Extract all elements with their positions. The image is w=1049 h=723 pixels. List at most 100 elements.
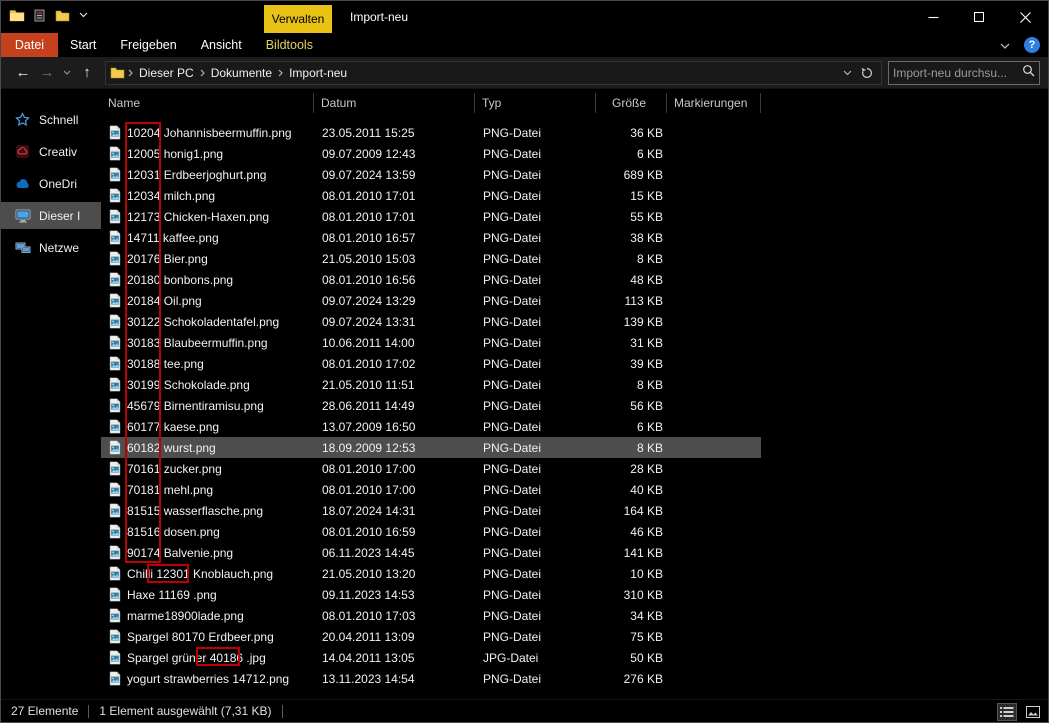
file-row[interactable]: 12031 Erdbeerjoghurt.png09.07.2024 13:59…	[101, 164, 761, 185]
file-row[interactable]: 20176 Bier.png21.05.2010 15:03PNG-Datei8…	[101, 248, 761, 269]
file-row[interactable]: 70181 mehl.png08.01.2010 17:00PNG-Datei4…	[101, 479, 761, 500]
file-row[interactable]: 14711 kaffee.png08.01.2010 16:57PNG-Date…	[101, 227, 761, 248]
chevron-right-icon[interactable]	[276, 69, 285, 77]
file-date: 21.05.2010 15:03	[314, 252, 475, 266]
file-row[interactable]: Chilli 12301 Knoblauch.png21.05.2010 13:…	[101, 563, 761, 584]
file-row[interactable]: 60182 wurst.png18.09.2009 12:53PNG-Datei…	[101, 437, 761, 458]
file-name: 30188 tee.png	[127, 357, 204, 371]
file-row[interactable]: 60177 kaese.png13.07.2009 16:50PNG-Datei…	[101, 416, 761, 437]
file-date: 09.07.2024 13:29	[314, 294, 475, 308]
file-row[interactable]: 90174 Balvenie.png06.11.2023 14:45PNG-Da…	[101, 542, 761, 563]
tab-start[interactable]: Start	[58, 33, 108, 57]
qat-properties-icon[interactable]	[34, 9, 46, 22]
forward-button[interactable]: →	[35, 61, 59, 85]
file-name: 30122 Schokoladentafel.png	[127, 315, 279, 329]
minimize-button[interactable]	[910, 1, 956, 33]
image-file-icon	[108, 524, 122, 539]
sidebar-item-quick-access[interactable]: Schnell	[1, 106, 101, 133]
file-row[interactable]: 20184 Oil.png09.07.2024 13:29PNG-Datei11…	[101, 290, 761, 311]
file-name: 90174 Balvenie.png	[127, 546, 233, 560]
tab-datei[interactable]: Datei	[1, 33, 58, 57]
qat-new-folder-icon[interactable]	[55, 9, 70, 22]
refresh-icon[interactable]	[857, 62, 877, 84]
address-dropdown-chevron-icon[interactable]	[837, 62, 857, 84]
file-date: 09.11.2023 14:53	[314, 588, 475, 602]
image-file-icon	[108, 377, 122, 392]
file-row[interactable]: 12034 milch.png08.01.2010 17:01PNG-Datei…	[101, 185, 761, 206]
file-row[interactable]: 20180 bonbons.png08.01.2010 16:56PNG-Dat…	[101, 269, 761, 290]
column-header-typ[interactable]: Typ	[475, 93, 596, 113]
file-name-cell: 12173 Chicken-Haxen.png	[101, 209, 314, 224]
sidebar-item-label: Schnell	[39, 113, 78, 127]
image-file-icon	[108, 293, 122, 308]
file-date: 08.01.2010 16:56	[314, 273, 475, 287]
file-type: PNG-Datei	[475, 462, 596, 476]
tab-freigeben[interactable]: Freigeben	[108, 33, 188, 57]
details-view-icon[interactable]	[998, 704, 1016, 720]
breadcrumb-item-dieser-pc[interactable]: Dieser PC	[135, 66, 198, 80]
file-row[interactable]: 30199 Schokolade.png21.05.2010 11:51PNG-…	[101, 374, 761, 395]
history-chevron-icon[interactable]	[59, 61, 75, 85]
sidebar-item-label: Dieser I	[39, 209, 80, 223]
column-header-datum[interactable]: Datum	[314, 93, 475, 113]
breadcrumb-item-import-neu[interactable]: Import-neu	[285, 66, 351, 80]
image-file-icon	[108, 146, 122, 161]
file-row[interactable]: 12173 Chicken-Haxen.png08.01.2010 17:01P…	[101, 206, 761, 227]
search-input[interactable]	[893, 66, 1022, 80]
close-button[interactable]	[1002, 1, 1048, 33]
ribbon-expand-chevron-icon[interactable]	[1000, 38, 1010, 52]
file-row[interactable]: 30122 Schokoladentafel.png09.07.2024 13:…	[101, 311, 761, 332]
help-icon[interactable]: ?	[1024, 37, 1040, 53]
file-type: PNG-Datei	[475, 483, 596, 497]
file-type: PNG-Datei	[475, 609, 596, 623]
file-row[interactable]: Spargel 80170 Erdbeer.png20.04.2011 13:0…	[101, 626, 761, 647]
main-area: Schnell Creativ OneDri Dieser I	[1, 89, 1048, 699]
file-type: JPG-Datei	[475, 651, 596, 665]
up-button[interactable]: ↑	[75, 61, 99, 85]
column-header-groesse[interactable]: Größe	[596, 93, 667, 113]
file-size: 34 KB	[596, 609, 667, 623]
search-icon[interactable]	[1022, 64, 1035, 82]
sidebar-item-onedrive[interactable]: OneDri	[1, 170, 101, 197]
file-name: 45679 Birnentiramisu.png	[127, 399, 264, 413]
image-file-icon	[108, 461, 122, 476]
sidebar-item-netzwerk[interactable]: Netzwe	[1, 234, 101, 261]
file-row[interactable]: yogurt strawberries 14712.png13.11.2023 …	[101, 668, 761, 689]
file-row[interactable]: Haxe 11169 .png09.11.2023 14:53PNG-Datei…	[101, 584, 761, 605]
file-row[interactable]: Spargel grüner 40186 .jpg14.04.2011 13:0…	[101, 647, 761, 668]
file-date: 21.05.2010 11:51	[314, 378, 475, 392]
file-name-cell: 10204 Johannisbeermuffin.png	[101, 125, 314, 140]
file-row[interactable]: 30183 Blaubeermuffin.png10.06.2011 14:00…	[101, 332, 761, 353]
file-date: 18.07.2024 14:31	[314, 504, 475, 518]
file-name: 12034 milch.png	[127, 189, 215, 203]
file-row[interactable]: 12005 honig1.png09.07.2009 12:43PNG-Date…	[101, 143, 761, 164]
tab-ansicht[interactable]: Ansicht	[189, 33, 254, 57]
file-row[interactable]: 70161 zucker.png08.01.2010 17:00PNG-Date…	[101, 458, 761, 479]
file-row[interactable]: 81515 wasserflasche.png18.07.2024 14:31P…	[101, 500, 761, 521]
computer-icon	[15, 209, 31, 223]
thumbnail-view-icon[interactable]	[1024, 704, 1042, 720]
sidebar-item-dieser-pc[interactable]: Dieser I	[1, 202, 101, 229]
tab-bildtools[interactable]: Bildtools	[254, 33, 325, 57]
file-date: 13.07.2009 16:50	[314, 420, 475, 434]
file-row[interactable]: marme18900lade.png08.01.2010 17:03PNG-Da…	[101, 605, 761, 626]
sidebar-item-creative-cloud[interactable]: Creativ	[1, 138, 101, 165]
chevron-right-icon[interactable]	[198, 69, 207, 77]
column-header-markierungen[interactable]: Markierungen	[667, 93, 761, 113]
file-type: PNG-Datei	[475, 630, 596, 644]
column-header-name[interactable]: Name	[101, 93, 314, 113]
file-row[interactable]: 81516 dosen.png08.01.2010 16:59PNG-Datei…	[101, 521, 761, 542]
file-row[interactable]: 45679 Birnentiramisu.png28.06.2011 14:49…	[101, 395, 761, 416]
manage-contextual-tab[interactable]: Verwalten	[264, 5, 332, 33]
back-button[interactable]: ←	[11, 61, 35, 85]
file-size: 38 KB	[596, 231, 667, 245]
item-count: 27 Elemente	[11, 704, 78, 718]
maximize-button[interactable]	[956, 1, 1002, 33]
file-size: 141 KB	[596, 546, 667, 560]
file-row[interactable]: 30188 tee.png08.01.2010 17:02PNG-Datei39…	[101, 353, 761, 374]
file-row[interactable]: 10204 Johannisbeermuffin.png23.05.2011 1…	[101, 122, 761, 143]
qat-customize-chevron-icon[interactable]	[79, 12, 88, 18]
view-toggles	[998, 700, 1042, 723]
file-name-cell: 14711 kaffee.png	[101, 230, 314, 245]
breadcrumb-item-dokumente[interactable]: Dokumente	[207, 66, 276, 80]
